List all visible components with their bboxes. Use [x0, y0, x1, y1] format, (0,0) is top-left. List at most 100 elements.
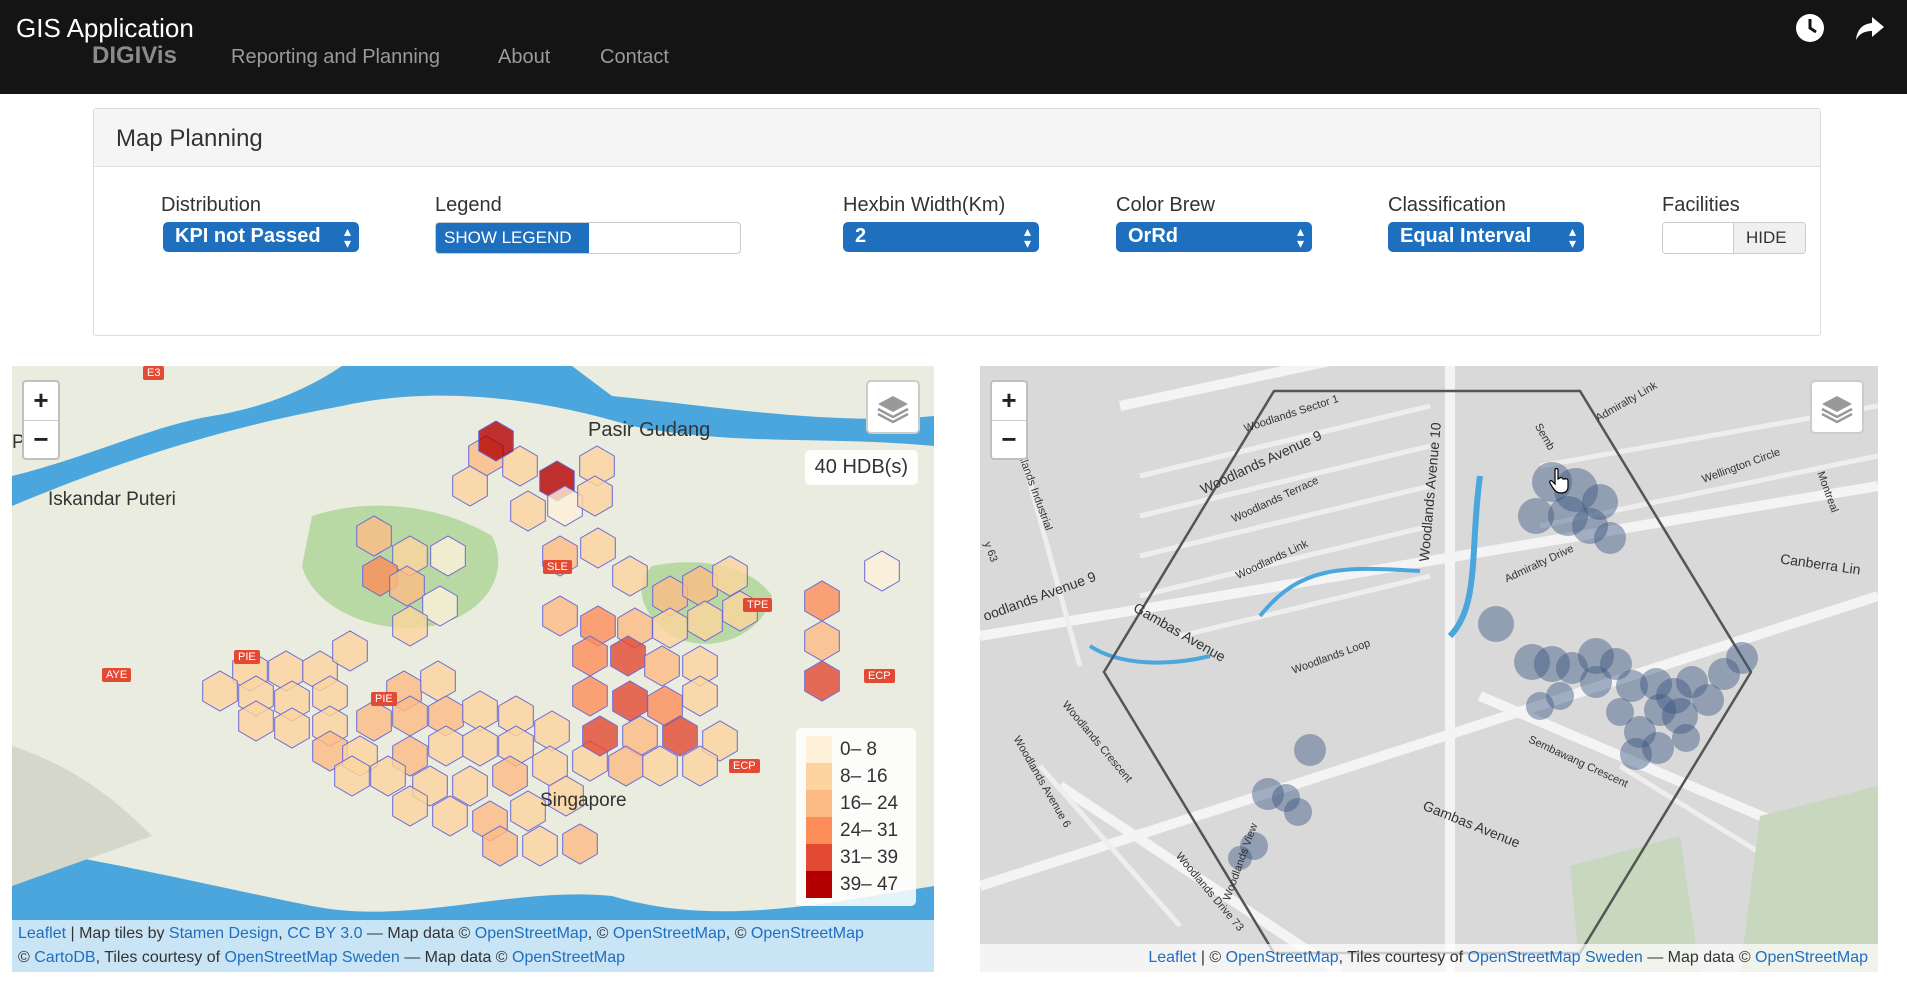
hexbin-cell[interactable] — [430, 535, 466, 577]
legend-toggle[interactable]: SHOW LEGEND — [435, 222, 741, 254]
hexbin-cell[interactable] — [422, 585, 458, 627]
hexbin-cell[interactable] — [534, 710, 570, 752]
facility-point[interactable] — [1294, 734, 1326, 766]
attribution-text: — Map data © — [399, 949, 513, 966]
hexbin-cell[interactable] — [580, 527, 616, 569]
brand-logo[interactable]: DIGIVis — [92, 42, 177, 70]
attribution-text: , — [278, 925, 288, 942]
hexbin-cell[interactable] — [202, 670, 238, 712]
colorbrew-label: Color Brew — [1116, 194, 1215, 216]
hexbin-cell[interactable] — [864, 550, 900, 592]
hexbin-cell[interactable] — [356, 515, 392, 557]
osm-link[interactable]: OpenStreetMap — [613, 925, 726, 942]
facility-point[interactable] — [1620, 738, 1652, 770]
zoom-in-button[interactable]: + — [24, 382, 58, 420]
detail-map[interactable]: Woodlands Sector 1 Woodlands Avenue 9 Wo… — [980, 366, 1878, 972]
legend-swatch — [806, 790, 832, 817]
cartodb-link[interactable]: CartoDB — [34, 949, 95, 966]
stamen-link[interactable]: Stamen Design — [169, 925, 278, 942]
osm-sweden-link[interactable]: OpenStreetMap Sweden — [1468, 949, 1643, 966]
layers-button[interactable] — [866, 380, 920, 434]
legend-row: 31– 39 — [806, 844, 906, 871]
hexbin-cell[interactable] — [804, 620, 840, 662]
hexbin-cell[interactable] — [356, 700, 392, 742]
hexbin-cell[interactable] — [687, 600, 723, 642]
osm-link[interactable]: OpenStreetMap — [1755, 949, 1868, 966]
classification-select[interactable]: Equal Interval ▴ ▾ — [1388, 222, 1584, 252]
map-attribution: Leaflet | © OpenStreetMap, Tiles courtes… — [980, 944, 1878, 972]
legend-label: 24– 31 — [840, 819, 899, 841]
distribution-select[interactable]: KPI not Passed ▴ ▾ — [163, 222, 359, 252]
hexbin-cell[interactable] — [804, 580, 840, 622]
facility-point[interactable] — [1726, 642, 1758, 674]
hexbin-cell[interactable] — [612, 680, 648, 722]
panel-title: Map Planning — [116, 125, 263, 152]
hexbin-cell[interactable] — [652, 607, 688, 649]
nav-reporting-planning[interactable]: Reporting and Planning — [231, 46, 440, 69]
hexbin-select[interactable]: 2 ▴ ▾ — [843, 222, 1039, 252]
hexbin-value: 2 — [855, 225, 867, 247]
facility-point[interactable] — [1526, 692, 1554, 720]
hexbin-cell[interactable] — [612, 555, 648, 597]
osm-link[interactable]: OpenStreetMap — [751, 925, 864, 942]
zoom-out-button[interactable]: − — [24, 420, 58, 458]
video-title: GIS Application — [16, 13, 194, 43]
facility-point[interactable] — [1518, 498, 1554, 534]
hexbin-cell[interactable] — [392, 605, 428, 647]
hexbin-cell[interactable] — [332, 630, 368, 672]
osm-link[interactable]: OpenStreetMap — [1226, 949, 1339, 966]
facilities-label: Facilities — [1662, 194, 1740, 216]
legend-label: 39– 47 — [840, 873, 899, 895]
osm-link[interactable]: OpenStreetMap — [475, 925, 588, 942]
hexbin-cell[interactable] — [462, 725, 498, 767]
legend-row: 24– 31 — [806, 817, 906, 844]
road-shield: SLE — [543, 560, 572, 574]
road-shield: AYE — [102, 668, 132, 682]
zoom-control: + − — [990, 380, 1028, 460]
hexbin-cell[interactable] — [542, 595, 578, 637]
hexbin-cell[interactable] — [510, 490, 546, 532]
cc-link[interactable]: CC BY 3.0 — [287, 925, 362, 942]
hexbin-cell[interactable] — [804, 660, 840, 702]
hexbin-map[interactable]: Pasir Gudang Iskandar Puteri Singapore P… — [12, 366, 934, 972]
colorbrew-value: OrRd — [1128, 225, 1178, 247]
colorbrew-select[interactable]: OrRd ▴ ▾ — [1116, 222, 1312, 252]
facility-point[interactable] — [1606, 698, 1634, 726]
hexbin-cell[interactable] — [420, 660, 456, 702]
facility-point[interactable] — [1284, 798, 1312, 826]
zoom-out-button[interactable]: − — [992, 420, 1026, 458]
hexbin-cell[interactable] — [562, 823, 598, 865]
hexbin-cell[interactable] — [462, 690, 498, 732]
place-label: Singapore — [540, 790, 627, 811]
nav-about[interactable]: About — [498, 46, 550, 69]
layers-button[interactable] — [1810, 380, 1864, 434]
facility-point[interactable] — [1594, 522, 1626, 554]
facility-point[interactable] — [1672, 724, 1700, 752]
hexbin-cell[interactable] — [577, 475, 613, 517]
leaflet-link[interactable]: Leaflet — [18, 925, 66, 942]
select-arrows-icon: ▴ ▾ — [343, 223, 351, 251]
road-shield: PIE — [234, 650, 260, 664]
attribution-text: , © — [587, 925, 613, 942]
hexbin-cell[interactable] — [682, 565, 718, 607]
hexbin-cell[interactable] — [522, 825, 558, 867]
share-icon[interactable] — [1853, 12, 1887, 44]
nav-contact[interactable]: Contact — [600, 46, 669, 69]
panel-header: Map Planning — [94, 109, 1820, 167]
osm-sweden-link[interactable]: OpenStreetMap Sweden — [225, 949, 400, 966]
hexbin-cell[interactable] — [682, 675, 718, 717]
zoom-in-button[interactable]: + — [992, 382, 1026, 420]
facilities-toggle[interactable]: HIDE — [1662, 222, 1806, 254]
hexbin-cell[interactable] — [428, 725, 464, 767]
leaflet-link[interactable]: Leaflet — [1148, 949, 1196, 966]
legend-label: 8– 16 — [840, 765, 888, 787]
hexbin-cell[interactable] — [644, 645, 680, 687]
osm-link[interactable]: OpenStreetMap — [512, 949, 625, 966]
attribution-text: — Map data © — [1642, 949, 1756, 966]
hexbin-cell[interactable] — [572, 675, 608, 717]
legend-label: 0– 8 — [840, 738, 877, 760]
facility-point[interactable] — [1580, 666, 1612, 698]
hexbin-cell[interactable] — [712, 555, 748, 597]
facility-point[interactable] — [1478, 606, 1514, 642]
clock-icon[interactable] — [1793, 12, 1827, 44]
